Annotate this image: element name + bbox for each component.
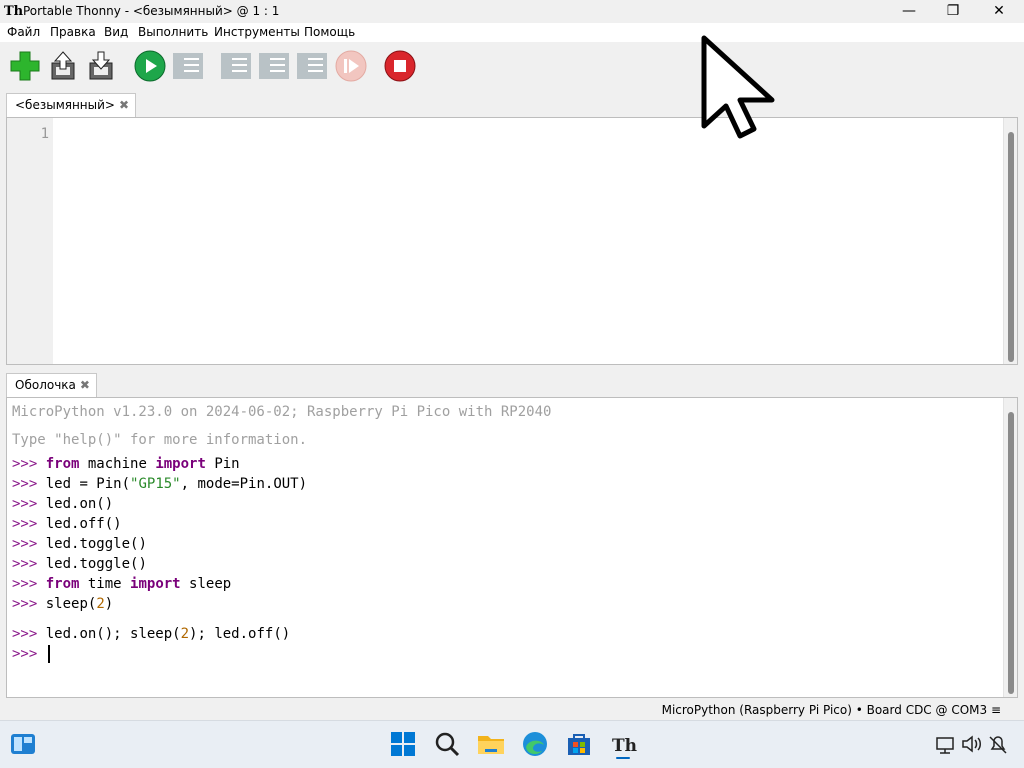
shell-scrollbar-thumb[interactable] [1008,412,1014,694]
close-button[interactable]: ✕ [976,0,1022,23]
thonny-icon: Th [4,4,24,19]
run-icon[interactable] [134,50,166,82]
shell-line: >>> led.toggle() [12,556,147,572]
step-out-icon[interactable] [296,50,328,82]
volume-icon[interactable] [960,729,984,759]
resume-icon[interactable] [335,50,367,82]
keyword: import [155,456,206,472]
mouse-cursor-icon [701,35,775,139]
shell-line: >>> from machine import Pin [12,456,240,472]
code-text: led.on(); sleep( [45,626,181,642]
string-literal: "GP15" [130,476,181,492]
tab-label: <безымянный> [15,98,115,112]
code-text: time [79,576,131,592]
shell-prompt: >>> [12,516,38,532]
shell-prompt: >>> [12,476,38,492]
code-text: machine [79,456,156,472]
menu-edit[interactable]: Правка [50,25,96,39]
maximize-button[interactable]: ❐ [930,0,976,23]
text-cursor [48,645,50,663]
shell-prompt: >>> [12,596,38,612]
file-explorer-icon[interactable] [476,729,506,759]
code-text: led.on() [45,496,114,512]
debug-icon[interactable] [172,50,204,82]
step-over-icon[interactable] [220,50,252,82]
line-number: 1 [40,126,49,142]
code-text: ); led.off() [189,626,291,642]
number-literal: 2 [96,596,105,612]
shell-prompt: >>> [12,646,38,662]
keyword: from [45,456,80,472]
shell-prompt: >>> [12,626,38,642]
code-editor[interactable]: 1 [6,117,1018,365]
menu-file[interactable]: Файл [7,25,40,39]
tab-shell[interactable]: Оболочка ✖ [6,373,97,397]
menu-bar: Файл Правка Вид Выполнить Инструменты По… [0,23,1024,42]
keyword: from [45,576,80,592]
title-bar: Th Portable Thonny - <безымянный> @ 1 : … [0,0,1024,23]
code-text: , mode=Pin.OUT) [180,476,308,492]
window-title: Portable Thonny - <безымянный> @ 1 : 1 [23,4,280,18]
tab-untitled[interactable]: <безымянный> ✖ [6,93,137,117]
stop-icon[interactable] [384,50,416,82]
code-text: ) [104,596,114,612]
shell-line: >>> led.on(); sleep(2); led.off() [12,626,290,642]
code-text: sleep [180,576,232,592]
code-text: led = Pin( [45,476,131,492]
notification-icon[interactable] [986,729,1010,759]
save-file-icon[interactable] [85,50,117,82]
menu-run[interactable]: Выполнить [138,25,208,39]
shell-scrollbar[interactable] [1003,398,1017,697]
code-text: led.toggle() [45,556,147,572]
network-icon[interactable] [934,729,958,759]
shell-console[interactable]: MicroPython v1.23.0 on 2024-06-02; Raspb… [6,397,1018,698]
editor-scrollbar-thumb[interactable] [1008,132,1014,362]
shell-prompt: >>> [12,456,38,472]
store-icon[interactable] [564,729,594,759]
taskbar: Th [0,720,1024,768]
open-file-icon[interactable] [47,50,79,82]
shell-prompt: >>> [12,496,38,512]
code-text: Pin [205,456,240,472]
number-literal: 2 [180,626,190,642]
widgets-icon[interactable] [8,729,38,759]
minimize-button[interactable]: — [886,0,932,23]
editor-scrollbar[interactable] [1003,118,1017,364]
start-icon[interactable] [388,729,418,759]
shell-line: >>> led.off() [12,516,122,532]
menu-tools[interactable]: Инструменты [214,25,300,39]
shell-prompt: >>> [12,576,38,592]
tab-label: Оболочка [15,378,76,392]
shell-input-line[interactable]: >>> [12,646,37,662]
shell-line: >>> led.toggle() [12,536,147,552]
shell-prompt: >>> [12,536,38,552]
shell-banner: Type "help()" for more information. [12,432,308,448]
code-text: led.toggle() [45,536,147,552]
step-into-icon[interactable] [258,50,290,82]
shell-line: >>> led.on() [12,496,113,512]
close-tab-icon[interactable]: ✖ [119,98,129,112]
close-tab-icon[interactable]: ✖ [80,378,90,392]
shell-line: >>> sleep(2) [12,596,113,612]
shell-line: >>> led = Pin("GP15", mode=Pin.OUT) [12,476,307,492]
interpreter-status[interactable]: MicroPython (Raspberry Pi Pico) • Board … [662,703,1001,717]
shell-prompt: >>> [12,556,38,572]
svg-text:Th: Th [612,736,637,756]
code-text: led.off() [45,516,122,532]
keyword: import [130,576,181,592]
thonny-taskbar-icon[interactable]: Th [608,729,638,759]
new-file-icon[interactable] [9,50,41,82]
menu-help[interactable]: Помощь [304,25,355,39]
shell-banner: MicroPython v1.23.0 on 2024-06-02; Raspb… [12,404,552,420]
menu-view[interactable]: Вид [104,25,128,39]
status-bar: MicroPython (Raspberry Pi Pico) • Board … [0,700,1024,720]
search-icon[interactable] [432,729,462,759]
code-text: sleep( [45,596,97,612]
edge-icon[interactable] [520,729,550,759]
line-number-gutter: 1 [7,118,53,364]
shell-line: >>> from time import sleep [12,576,231,592]
